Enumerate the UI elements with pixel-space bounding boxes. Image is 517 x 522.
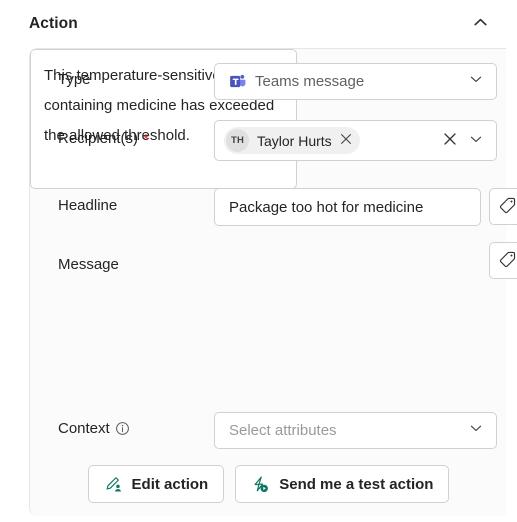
action-card: Type Teams message Recipient(s) * TH Tay…	[29, 48, 517, 517]
type-select[interactable]: Teams message	[214, 63, 497, 100]
required-asterisk: *	[143, 131, 149, 148]
headline-label: Headline	[58, 197, 118, 214]
recipients-label: Recipient(s) *	[58, 130, 149, 148]
edit-action-button[interactable]: Edit action	[87, 465, 225, 503]
send-test-action-button[interactable]: Send me a test action	[235, 465, 450, 503]
action-card-body: Type Teams message Recipient(s) * TH Tay…	[30, 49, 517, 517]
send-test-action-label: Send me a test action	[279, 475, 434, 493]
page-title: Action	[29, 15, 78, 32]
chevron-down-icon[interactable]	[468, 71, 484, 92]
type-chevron-slot	[468, 71, 496, 92]
edit-action-label: Edit action	[131, 475, 209, 493]
action-panel: Action Type Teams message Recipient(s) *…	[0, 0, 517, 522]
edit-person-icon	[104, 475, 123, 494]
chevron-up-icon	[472, 14, 489, 34]
remove-recipient-button[interactable]	[339, 132, 353, 149]
context-label: Context	[58, 420, 130, 437]
type-value: Teams message	[255, 73, 365, 90]
flow-play-icon	[251, 475, 270, 494]
chevron-down-icon	[468, 131, 484, 150]
chevron-down-icon[interactable]	[468, 420, 484, 441]
tag-icon	[498, 250, 517, 272]
headline-input[interactable]: Package too hot for medicine	[214, 188, 481, 226]
info-icon[interactable]	[115, 421, 130, 436]
tag-icon	[498, 196, 517, 218]
close-icon	[339, 132, 353, 149]
recipients-dropdown-button[interactable]	[468, 131, 484, 150]
collapse-panel-button[interactable]	[465, 9, 495, 39]
recipients-actions	[442, 131, 496, 150]
microsoft-teams-icon	[229, 73, 246, 90]
action-buttons-row: Edit action Send me a test action	[30, 465, 507, 503]
message-tag-button[interactable]	[489, 242, 517, 279]
clear-recipients-button[interactable]	[442, 131, 458, 150]
recipient-name: Taylor Hurts	[257, 132, 332, 149]
headline-tag-button[interactable]	[489, 188, 517, 225]
panel-header: Action	[0, 0, 517, 48]
context-select[interactable]: Select attributes	[214, 412, 497, 449]
avatar: TH	[226, 129, 249, 152]
message-label: Message	[58, 256, 119, 273]
close-icon	[442, 131, 458, 150]
context-placeholder: Select attributes	[229, 422, 337, 439]
recipient-pill[interactable]: TH Taylor Hurts	[224, 127, 360, 154]
type-label: Type	[58, 71, 91, 88]
context-chevron-slot	[468, 420, 496, 441]
headline-value: Package too hot for medicine	[229, 198, 424, 216]
recipients-input[interactable]: TH Taylor Hurts	[214, 120, 497, 161]
